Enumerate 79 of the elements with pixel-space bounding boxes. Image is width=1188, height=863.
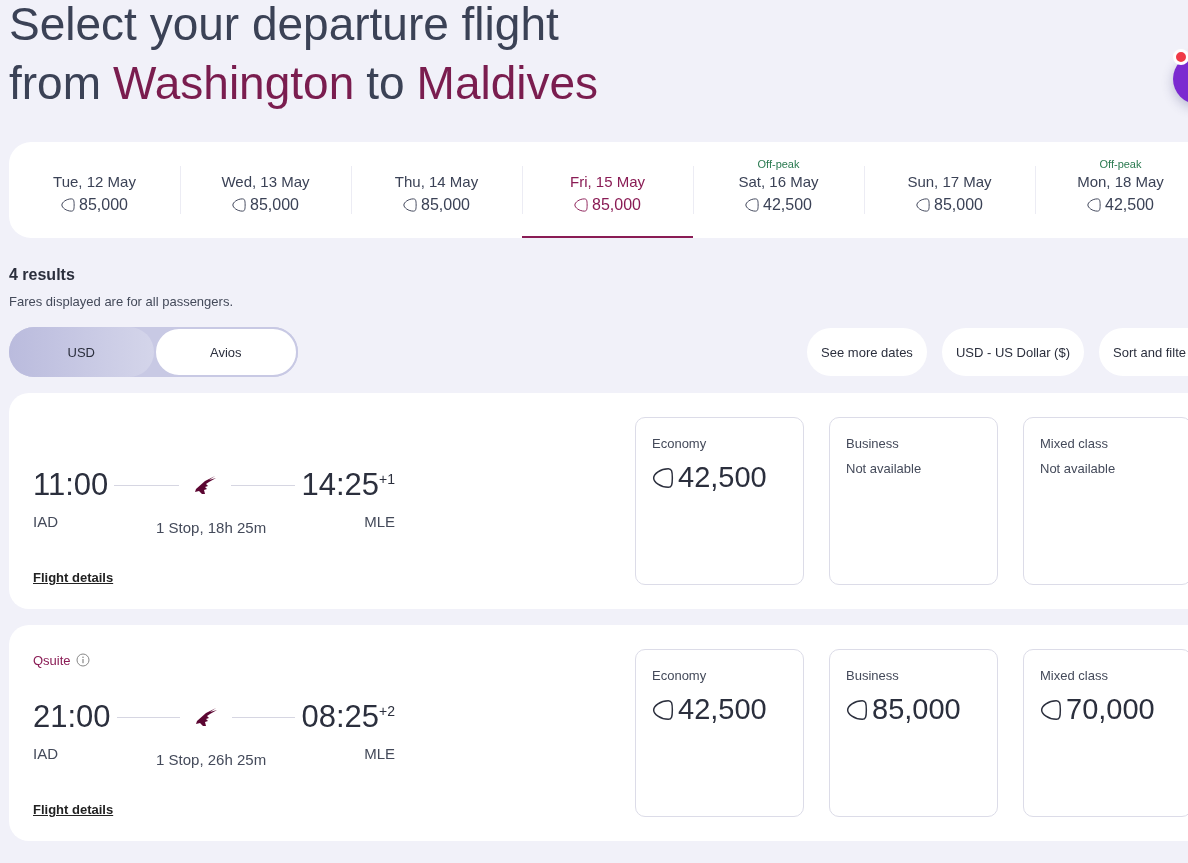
flight-details-link[interactable]: Flight details (33, 802, 114, 817)
avios-icon (1040, 697, 1062, 722)
date-tab[interactable]: Thu, 14 May 85,000 (351, 142, 522, 238)
action-button[interactable]: See more dates (807, 328, 927, 376)
fare-price: 42,500 (678, 693, 767, 726)
origin-city: Washington (113, 56, 355, 111)
avios-icon (61, 197, 76, 213)
avios-icon (916, 197, 931, 213)
off-peak-label: Off-peak (1099, 158, 1142, 170)
product-label: Qsuite (33, 652, 71, 668)
destination-code: MLE (364, 513, 395, 530)
date-tab[interactable]: Tue, 12 May 85,000 (9, 142, 180, 238)
cabin-label: Mixed class (1040, 668, 1109, 683)
cabin-label: Business (846, 436, 900, 451)
avios-icon (652, 465, 674, 490)
avios-icon (1087, 197, 1102, 213)
fare-price: 70,000 (1066, 693, 1155, 726)
flight-duration: 1 Stop, 26h 25m (156, 751, 267, 768)
date-price: 42,500 (763, 196, 812, 214)
page-title: Select your departure flight (9, 0, 560, 52)
title-text: to (366, 56, 405, 111)
date-label: Tue, 12 May (53, 173, 136, 190)
title-text: from (9, 56, 101, 111)
cabin-label: Economy (652, 668, 708, 683)
avios-icon (574, 197, 589, 213)
currency-option[interactable]: Avios (153, 327, 298, 377)
fare-price: 85,000 (872, 693, 961, 726)
results-count: 4 results (9, 266, 76, 284)
flight-duration: 1 Stop, 18h 25m (156, 519, 267, 536)
action-button[interactable]: Sort and filte (1099, 328, 1188, 376)
origin-code: IAD (33, 745, 58, 762)
date-tab[interactable]: Wed, 13 May 85,000 (180, 142, 351, 238)
date-label: Thu, 14 May (394, 173, 479, 190)
destination-city: Maldives (416, 56, 599, 111)
avios-icon (652, 697, 674, 722)
fare-option[interactable]: Economy 42,500 (635, 417, 804, 585)
fare-price: 42,500 (678, 461, 767, 494)
origin-code: IAD (33, 513, 58, 530)
cabin-label: Business (846, 668, 900, 683)
date-price: 85,000 (250, 196, 299, 214)
currency-option[interactable]: USD (9, 327, 154, 377)
oryx-logo-icon (192, 475, 217, 495)
date-tab[interactable]: Off-peak Mon, 18 May 42,500 (1035, 142, 1188, 238)
notification-dot (1173, 49, 1188, 65)
date-label: Sun, 17 May (907, 173, 992, 190)
date-label: Wed, 13 May (221, 173, 310, 190)
fare-option[interactable]: Economy 42,500 (635, 649, 804, 817)
avios-icon (232, 197, 247, 213)
date-price: 85,000 (79, 196, 128, 214)
date-label: Fri, 15 May (570, 173, 645, 190)
date-price: 85,000 (934, 196, 983, 214)
availability-note: Not available (846, 461, 923, 476)
date-label: Sat, 16 May (738, 173, 819, 190)
oryx-logo-icon (194, 707, 218, 727)
cabin-label: Economy (652, 436, 708, 451)
date-label: Mon, 18 May (1077, 173, 1164, 190)
fares-note: Fares displayed are for all passengers. (9, 294, 234, 309)
avios-icon (403, 197, 418, 213)
destination-code: MLE (364, 745, 395, 762)
fare-option[interactable]: Business Not available (829, 417, 998, 585)
info-icon[interactable] (75, 653, 90, 667)
date-tab[interactable]: Fri, 15 May 85,000 (522, 142, 693, 238)
date-tab[interactable]: Off-peak Sat, 16 May 42,500 (693, 142, 864, 238)
avios-icon (846, 697, 868, 722)
cabin-label: Mixed class (1040, 436, 1109, 451)
availability-note: Not available (1040, 461, 1117, 476)
date-price: 42,500 (1105, 196, 1154, 214)
date-price: 85,000 (592, 196, 641, 214)
action-button[interactable]: USD - US Dollar ($) (941, 328, 1084, 376)
date-price: 85,000 (421, 196, 470, 214)
arrival-time: 08:25$^{+2}$ (301, 699, 395, 735)
flight-details-link[interactable]: Flight details (33, 570, 114, 585)
date-tab[interactable]: Sun, 17 May 85,000 (864, 142, 1035, 238)
off-peak-label: Off-peak (757, 158, 800, 170)
arrival-time: 14:25$^{+1}$ (301, 467, 395, 503)
avios-icon (745, 197, 760, 213)
fare-option[interactable]: Business 85,000 (829, 649, 998, 817)
departure-time: 21:00 (33, 699, 111, 735)
departure-time: 11:00 (33, 467, 109, 503)
